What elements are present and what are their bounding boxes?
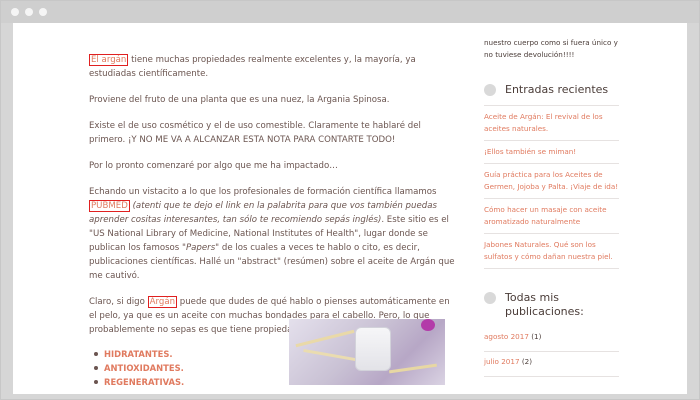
left-scrollbar[interactable] [1, 23, 13, 399]
archive-item: julio 2017 (2) [484, 352, 619, 377]
bottom-scrollbar[interactable] [1, 394, 699, 399]
paragraph-intro: El argán tiene muchas propiedades realme… [89, 54, 416, 79]
archives-heading: Todas mis publicaciones: [484, 291, 619, 319]
archive-item: agosto 2017 (1) [484, 327, 619, 352]
browser-window: El argán tiene muchas propiedades realme… [0, 0, 700, 400]
pubmed-link[interactable]: PUBMED [89, 200, 130, 212]
paragraph-uses: Existe el de uso cosmético y el de uso c… [89, 121, 421, 145]
argan-link[interactable]: El argán [89, 54, 129, 66]
right-scrollbar[interactable] [687, 23, 699, 399]
argan-oil-photo [289, 319, 445, 385]
window-titlebar [1, 1, 699, 23]
window-dot-icon[interactable] [25, 8, 33, 16]
argan-link-2[interactable]: Argán [147, 296, 178, 308]
recent-post-link[interactable]: ¡Ellos también se miman! [484, 141, 619, 164]
recent-post-link[interactable]: Jabones Naturales. Qué son los sulfatos … [484, 234, 619, 269]
recent-post-link[interactable]: Cómo hacer un masaje con aceite aromatiz… [484, 199, 619, 234]
recent-post-link[interactable]: Aceite de Argán: El revival de los aceit… [484, 105, 619, 141]
recent-posts-heading: Entradas recientes [484, 83, 619, 97]
window-dot-icon[interactable] [11, 8, 19, 16]
recent-post-link[interactable]: Guía práctica para los Aceites de Germen… [484, 164, 619, 199]
paragraph-pubmed: Echando un vistacito a lo que los profes… [89, 187, 455, 281]
archive-link[interactable]: agosto 2017 [484, 332, 529, 341]
circle-icon [484, 292, 496, 304]
paragraph-origin: Proviene del fruto de una planta que es … [89, 95, 390, 105]
paragraph-impact: Por lo pronto comenzaré por algo que me … [89, 161, 338, 171]
sidebar-text: nuestro cuerpo como si fuera único y no … [484, 38, 618, 59]
circle-icon [484, 84, 496, 96]
window-dot-icon[interactable] [39, 8, 47, 16]
archive-link[interactable]: julio 2017 [484, 357, 520, 366]
sidebar: nuestro cuerpo como si fuera único y no … [484, 37, 619, 377]
